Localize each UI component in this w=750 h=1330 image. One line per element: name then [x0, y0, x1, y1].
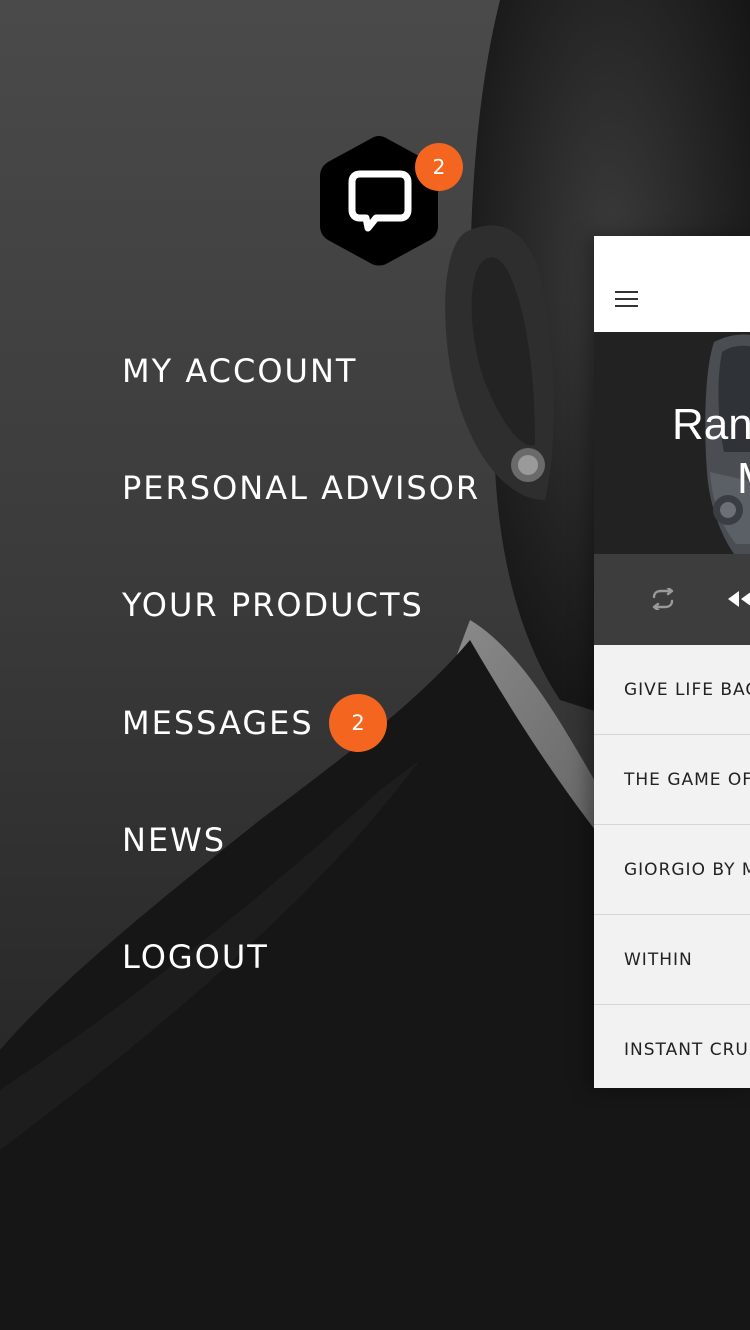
track-title: THE GAME OF: [624, 770, 750, 790]
menu-item-messages[interactable]: MESSAGES 2: [122, 694, 387, 752]
repeat-icon[interactable]: [650, 588, 676, 610]
messages-count-badge: 2: [329, 694, 387, 752]
menu-item-logout[interactable]: LOGOUT: [122, 937, 269, 977]
track-row[interactable]: INSTANT CRU: [594, 1005, 750, 1088]
menu-item-my-account[interactable]: MY ACCOUNT: [122, 351, 357, 391]
menu-item-label: PERSONAL ADVISOR: [122, 469, 481, 507]
panel-header: [594, 236, 750, 332]
menu-item-label: MESSAGES: [122, 704, 314, 742]
main-app-panel[interactable]: Ran M GIVE LIFE BAC THE GAME OF: [594, 236, 750, 1088]
rewind-icon[interactable]: [726, 589, 750, 609]
menu-item-label: YOUR PRODUCTS: [122, 586, 424, 624]
hero-subtitle: M: [737, 454, 750, 504]
logo-notification-badge: 2: [415, 143, 463, 191]
menu-item-personal-advisor[interactable]: PERSONAL ADVISOR: [122, 468, 480, 508]
hamburger-icon[interactable]: [615, 291, 638, 308]
hero-title: Ran: [672, 400, 750, 449]
track-title: WITHIN: [624, 950, 693, 970]
track-row[interactable]: GIVE LIFE BAC: [594, 645, 750, 735]
track-title: INSTANT CRU: [624, 1040, 749, 1060]
track-row[interactable]: GIORGIO BY M: [594, 825, 750, 915]
menu-item-your-products[interactable]: YOUR PRODUCTS: [122, 585, 424, 625]
now-playing-hero: Ran M: [594, 332, 750, 554]
track-title: GIORGIO BY M: [624, 860, 750, 880]
track-row[interactable]: WITHIN: [594, 915, 750, 1005]
menu-item-label: LOGOUT: [122, 938, 269, 976]
player-controls: [594, 554, 750, 645]
menu-item-label: MY ACCOUNT: [122, 352, 358, 390]
track-title: GIVE LIFE BAC: [624, 680, 750, 700]
menu-item-label: NEWS: [122, 821, 227, 859]
menu-item-news[interactable]: NEWS: [122, 820, 226, 860]
track-row[interactable]: THE GAME OF: [594, 735, 750, 825]
app-screen: 2 MY ACCOUNT PERSONAL ADVISOR YOUR PRODU…: [0, 0, 750, 1330]
track-list: GIVE LIFE BAC THE GAME OF GIORGIO BY M W…: [594, 645, 750, 1088]
